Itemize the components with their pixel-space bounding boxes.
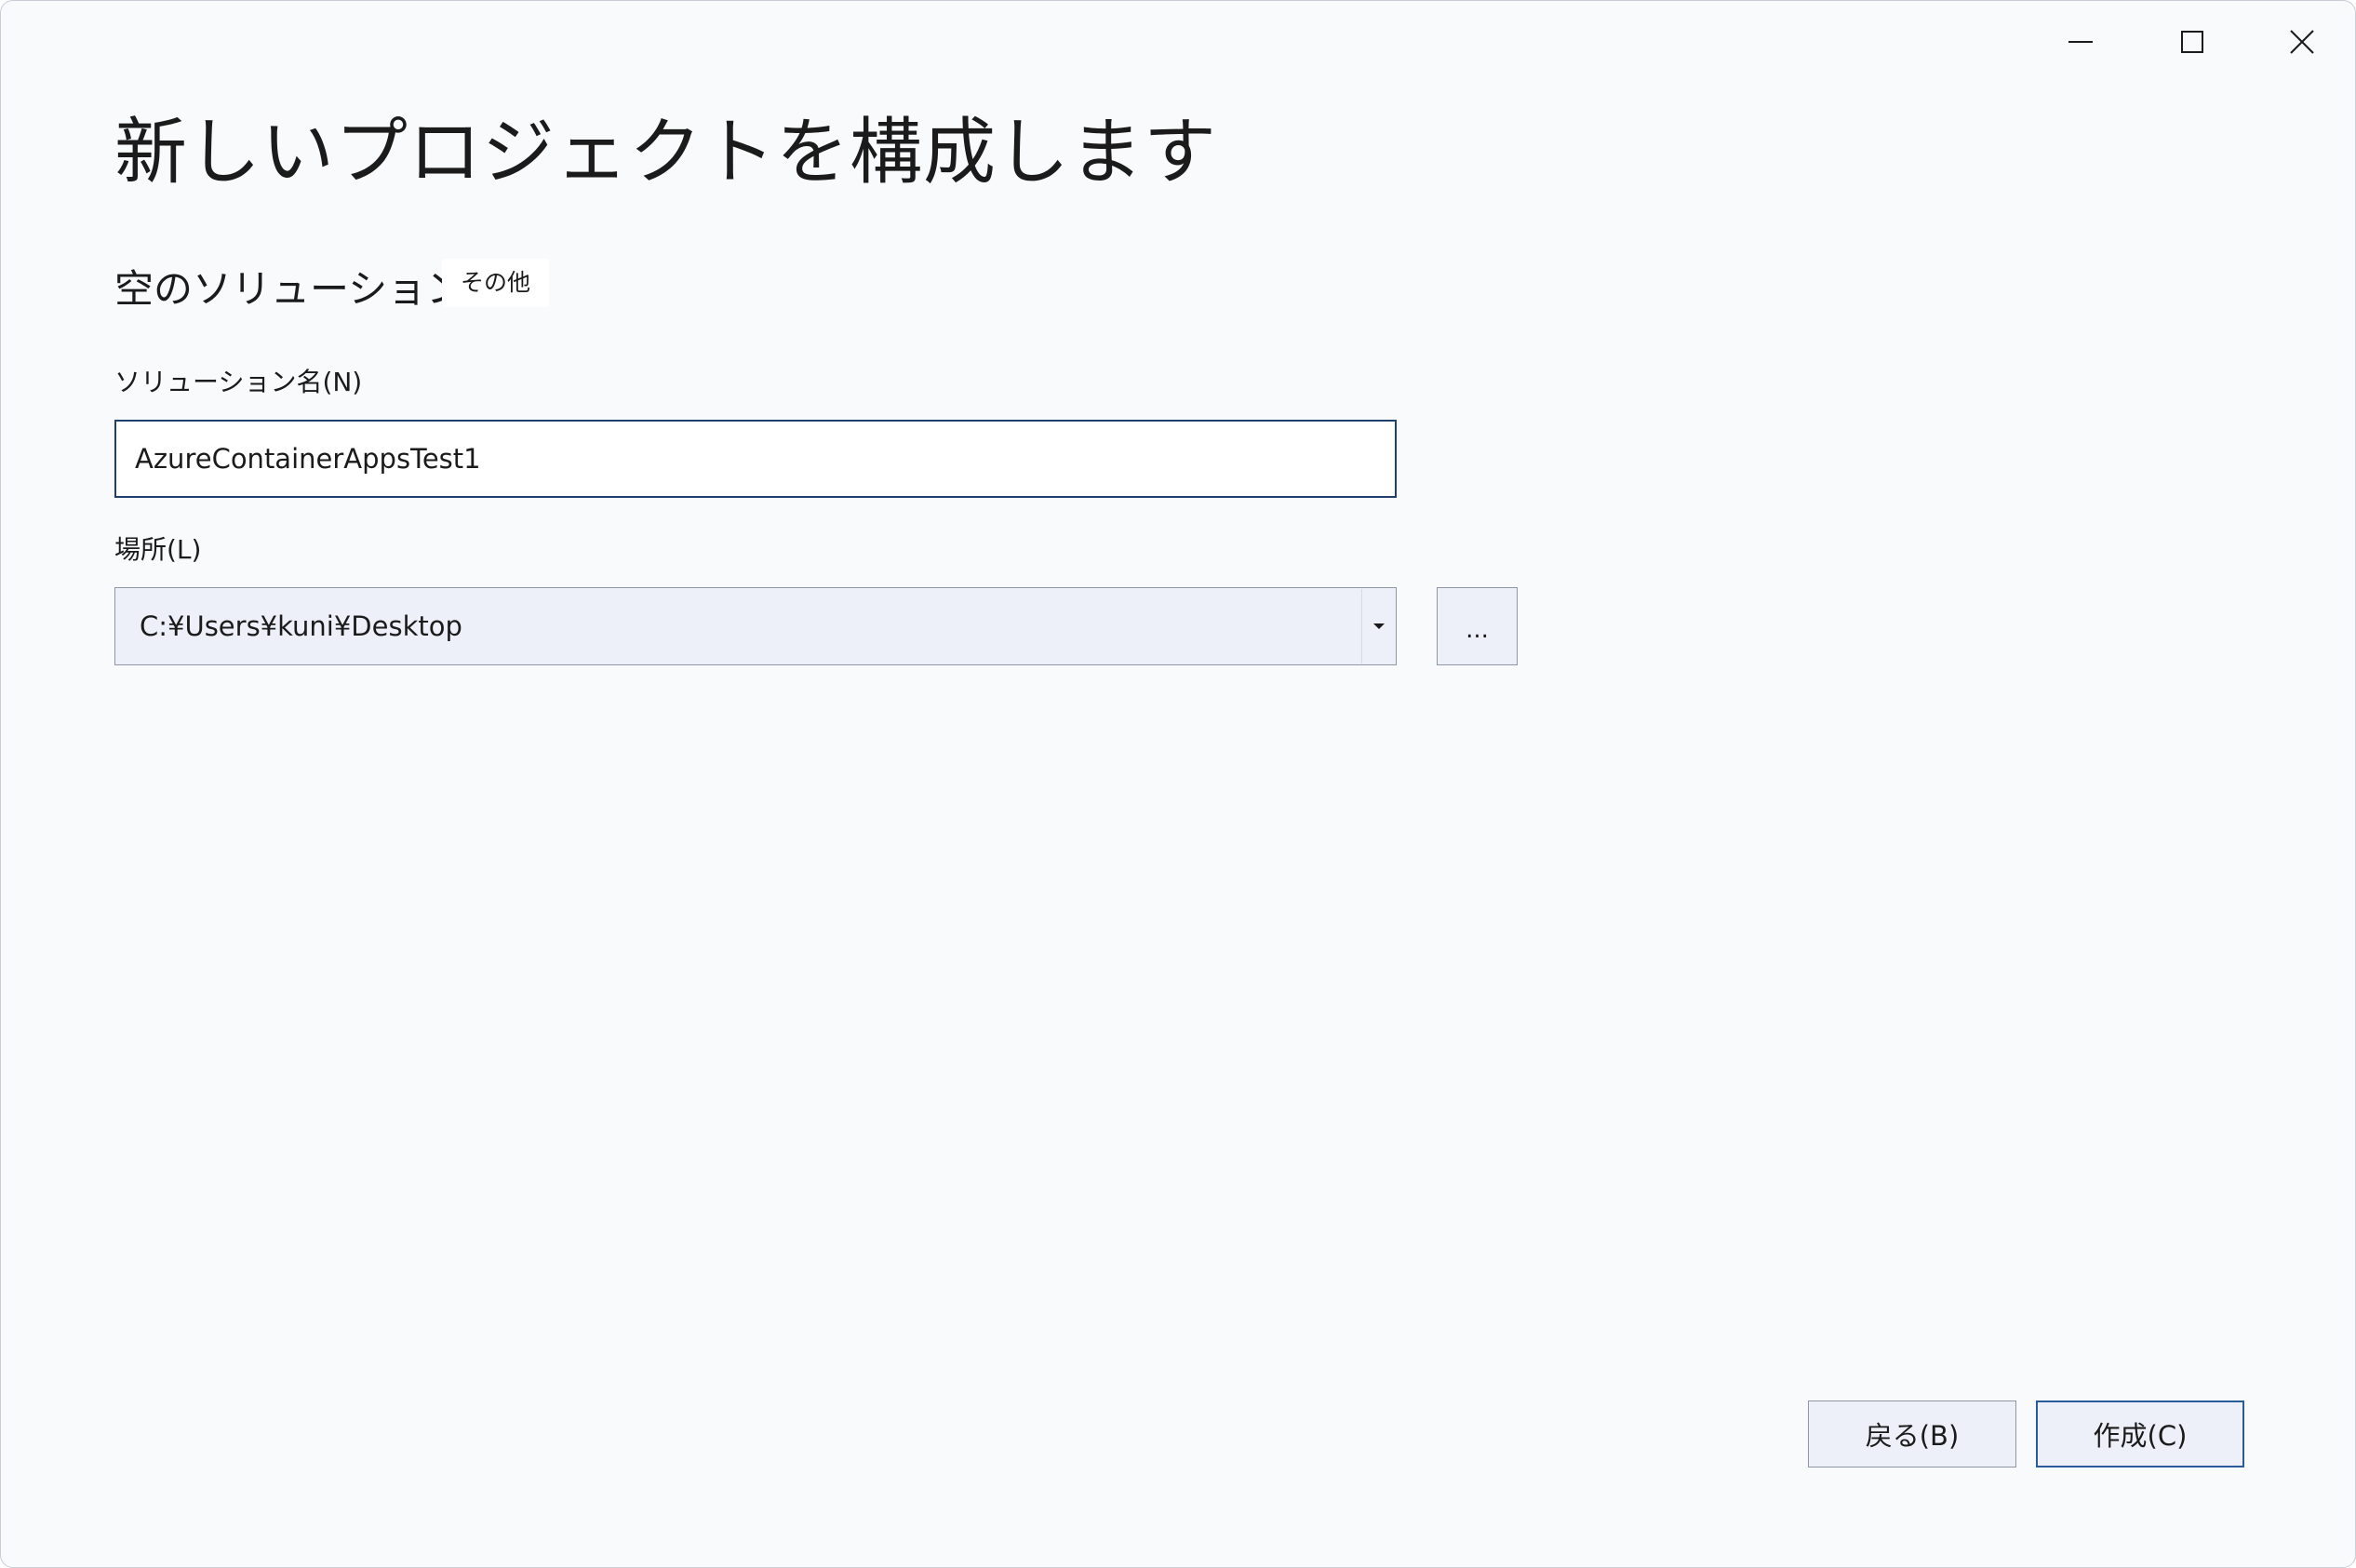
close-icon (2290, 30, 2314, 54)
browse-button[interactable]: ... (1437, 587, 1518, 665)
maximize-icon (2181, 31, 2203, 53)
location-combobox[interactable]: C:¥Users¥kuni¥Desktop (114, 587, 1397, 665)
create-button[interactable]: 作成(C) (2036, 1400, 2244, 1467)
template-name: 空のソリューション (114, 266, 466, 312)
solution-name-label: ソリューション名(N) (114, 367, 363, 397)
configure-project-window: 新しいプロジェクトを構成します 空のソリューション その他 ソリューション名(N… (0, 0, 2356, 1568)
page-title: 新しいプロジェクトを構成します (114, 111, 1218, 194)
location-label: 場所(L) (114, 534, 202, 565)
minimize-button[interactable] (2029, 7, 2132, 77)
minimize-icon (2068, 41, 2093, 43)
maximize-button[interactable] (2141, 7, 2243, 77)
close-button[interactable] (2251, 7, 2353, 77)
template-tag-badge: その他 (442, 259, 550, 307)
dropdown-toggle[interactable] (1361, 589, 1396, 663)
location-value[interactable]: C:¥Users¥kuni¥Desktop (115, 610, 1361, 642)
chevron-down-icon (1373, 623, 1385, 629)
solution-name-input[interactable] (114, 420, 1397, 498)
back-button[interactable]: 戻る(B) (1808, 1400, 2016, 1467)
